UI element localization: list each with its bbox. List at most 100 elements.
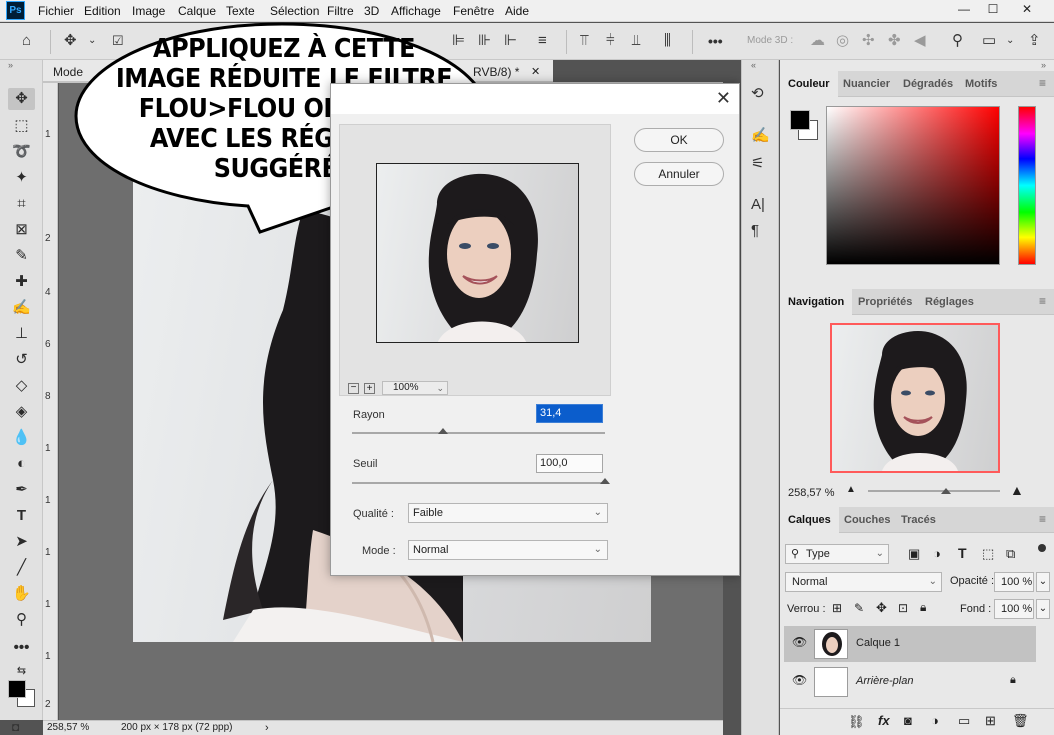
filter-type-icon[interactable]: T	[958, 545, 967, 561]
navigator-zoom-field[interactable]: 258,57 %	[782, 484, 836, 504]
filter-adjustment-icon[interactable]: ◑	[933, 546, 941, 561]
close-tab-icon[interactable]: ✕	[531, 65, 540, 78]
navigator-zoom-slider[interactable]	[868, 490, 1000, 492]
lock-icon[interactable]: 🔒︎	[1010, 674, 1016, 687]
workspace-icon[interactable]: ▭	[982, 32, 996, 50]
tab-couches[interactable]: Couches	[836, 507, 898, 533]
zoom-out-mountain-icon[interactable]: ▲	[846, 484, 856, 495]
healing-brush-tool-icon[interactable]: ✚	[8, 271, 35, 293]
character-panel-icon[interactable]: A|	[751, 196, 765, 213]
eye-icon[interactable]: 👁︎	[792, 635, 807, 649]
paragraph-panel-icon[interactable]: ¶	[751, 222, 759, 239]
menu-selection[interactable]: Sélection	[270, 4, 319, 18]
filter-pixel-icon[interactable]: ▣	[908, 546, 920, 562]
photoshop-logo-icon[interactable]: Ps	[6, 1, 25, 20]
brushes-panel-icon[interactable]: ⚟	[751, 154, 764, 172]
menu-texte[interactable]: Texte	[226, 4, 255, 18]
maximize-icon[interactable]: ☐	[982, 1, 1004, 19]
tab-proprietes[interactable]: Propriétés	[850, 289, 920, 315]
tab-navigation[interactable]: Navigation	[780, 289, 853, 315]
line-tool-icon[interactable]: ╱	[8, 557, 35, 579]
marquee-tool-icon[interactable]: ⬚	[8, 115, 35, 137]
align-middle-icon[interactable]: ⫩	[606, 32, 615, 50]
layer-name[interactable]: Calque 1	[856, 637, 900, 649]
history-brush-tool-icon[interactable]: ↺	[8, 349, 35, 371]
lock-position-icon[interactable]: ✥	[876, 600, 887, 616]
zoom-out-icon[interactable]: −	[348, 383, 359, 394]
filter-toggle-icon[interactable]	[1038, 544, 1046, 552]
pen-tool-icon[interactable]: ✒	[8, 479, 35, 501]
preview-zoom-select[interactable]: 100% ⌄	[382, 381, 448, 395]
adjustment-layer-icon[interactable]: ◑	[931, 713, 939, 728]
lock-transparency-icon[interactable]: ⊞	[832, 601, 842, 615]
layer-row-arriere-plan[interactable]: 👁︎ Arrière-plan 🔒︎	[784, 664, 1036, 700]
tab-calques[interactable]: Calques	[780, 507, 839, 533]
layer-filter-select[interactable]: ⚲ Type ⌄	[785, 544, 889, 564]
path-selection-tool-icon[interactable]: ➤	[8, 531, 35, 553]
navigator-thumbnail[interactable]	[830, 323, 1000, 473]
layer-style-icon[interactable]: fx	[878, 713, 890, 728]
brush-tool-icon[interactable]: ✍	[8, 297, 35, 319]
menu-fenetre[interactable]: Fenêtre	[453, 4, 494, 18]
tab-traces[interactable]: Tracés	[893, 507, 944, 533]
history-panel-icon[interactable]: ⟲	[751, 84, 764, 102]
more-options-icon[interactable]: •••	[708, 32, 723, 50]
quick-mask-icon[interactable]: ◘	[12, 720, 19, 734]
lasso-tool-icon[interactable]: ➰	[8, 141, 35, 163]
zoom-in-mountain-icon[interactable]: ▲	[1010, 482, 1024, 498]
eraser-tool-icon[interactable]: ◇	[8, 375, 35, 397]
magic-wand-tool-icon[interactable]: ✦	[8, 167, 35, 189]
foreground-color-swatch[interactable]	[790, 110, 810, 130]
menu-filtre[interactable]: Filtre	[327, 4, 354, 18]
collapse-icon[interactable]: »	[8, 60, 13, 70]
radius-input[interactable]: 31,4	[536, 404, 603, 423]
threshold-input[interactable]: 100,0	[536, 454, 603, 473]
filter-shape-icon[interactable]: ⬚	[982, 546, 994, 562]
dodge-tool-icon[interactable]: ◐	[8, 453, 35, 475]
chevron-down-icon[interactable]: ⌄	[1036, 599, 1050, 619]
menu-calque[interactable]: Calque	[178, 4, 216, 18]
eye-icon[interactable]: 👁︎	[792, 673, 807, 687]
panel-menu-icon[interactable]: ≡	[1039, 512, 1046, 526]
zoom-in-icon[interactable]: +	[364, 383, 375, 394]
clone-stamp-tool-icon[interactable]: ⊥	[8, 323, 35, 345]
hand-tool-icon[interactable]: ✋	[8, 583, 35, 605]
menu-edition[interactable]: Edition	[84, 4, 121, 18]
layer-row-calque-1[interactable]: 👁︎ Calque 1	[784, 626, 1036, 662]
align-top-icon[interactable]: ⫪	[580, 32, 588, 50]
new-group-icon[interactable]: ▭	[958, 713, 970, 729]
distribute-icon[interactable]: ≡	[538, 32, 547, 50]
align-bottom-icon[interactable]: ⫫	[632, 32, 640, 50]
menu-image[interactable]: Image	[132, 4, 165, 18]
fill-field[interactable]: 100 %	[994, 599, 1034, 619]
chevron-right-icon[interactable]: ›	[265, 722, 269, 734]
ok-button[interactable]: OK	[634, 128, 724, 152]
lock-pixels-icon[interactable]: ✎	[854, 601, 864, 615]
swap-colors-icon[interactable]: ⇆	[8, 660, 35, 682]
layer-name[interactable]: Arrière-plan	[856, 675, 913, 687]
eyedropper-tool-icon[interactable]: ✎	[8, 245, 35, 267]
collapse-icon[interactable]: «	[751, 60, 756, 70]
new-layer-icon[interactable]: ⊞	[985, 713, 996, 729]
color-swatches[interactable]	[8, 680, 38, 710]
more-tools-icon[interactable]: •••	[8, 637, 35, 659]
hue-slider[interactable]	[1018, 106, 1036, 265]
radius-slider-track[interactable]	[352, 432, 605, 434]
cancel-button[interactable]: Annuler	[634, 162, 724, 186]
blur-tool-icon[interactable]: 💧	[8, 427, 35, 449]
distribute-vertical-icon[interactable]: ⫼	[664, 32, 671, 50]
home-icon[interactable]: ⌂	[22, 32, 31, 50]
zoom-tool-icon[interactable]: ⚲	[8, 609, 35, 631]
color-picker-field[interactable]	[826, 106, 1000, 265]
tab-couleur[interactable]: Couleur	[780, 71, 838, 97]
filter-smart-object-icon[interactable]: ⧉	[1006, 546, 1015, 562]
collapse-icon[interactable]: »	[1041, 60, 1046, 70]
lock-artboard-icon[interactable]: ⊡	[898, 601, 908, 615]
align-right-icon[interactable]: ⊩	[504, 32, 517, 50]
tab-motifs[interactable]: Motifs	[957, 71, 1005, 97]
search-icon[interactable]: ⚲	[952, 32, 963, 50]
chevron-down-icon[interactable]: ⌄	[1006, 32, 1014, 50]
mode-select[interactable]: Normal ⌄	[408, 540, 608, 560]
share-icon[interactable]: ⇪	[1028, 32, 1041, 50]
type-tool-icon[interactable]: T	[8, 505, 35, 527]
